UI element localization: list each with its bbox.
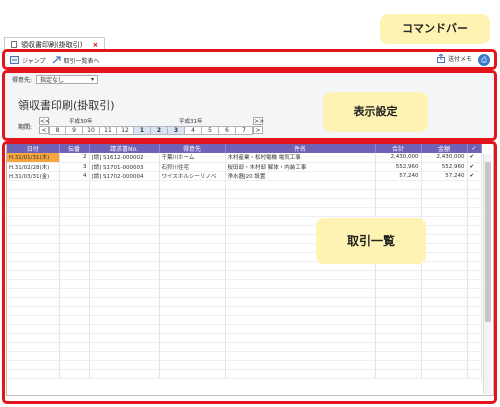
tab-label: 領収書印刷(掛取引) <box>21 40 83 49</box>
callout-display-settings: 表示設定 <box>323 92 428 132</box>
callout-transaction-list: 取引一覧 <box>316 218 426 264</box>
list-highlight <box>2 141 497 404</box>
callout-command-bar: コマンドバー <box>380 14 490 44</box>
document-icon <box>11 41 17 48</box>
command-bar-highlight <box>2 49 497 70</box>
close-icon[interactable]: × <box>92 41 98 49</box>
